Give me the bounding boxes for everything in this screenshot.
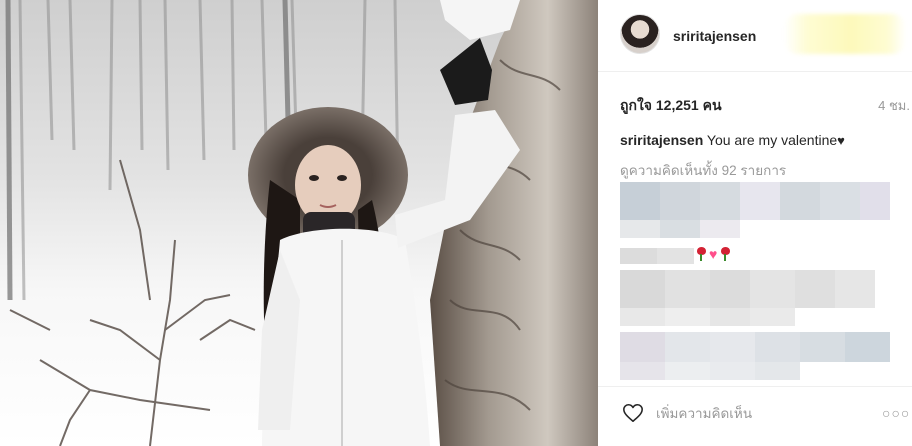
rose-icon: [719, 247, 731, 261]
view-all-comments-link[interactable]: ดูความคิดเห็นทั้ง 92 รายการ: [620, 159, 786, 181]
post-timestamp[interactable]: 4 ชม.: [878, 95, 910, 116]
photo-scene: [0, 0, 598, 446]
rose-icon: [695, 247, 707, 261]
post-header: sriritajensen: [598, 0, 912, 72]
post-photo[interactable]: [0, 0, 598, 446]
follow-area-redacted: [784, 14, 906, 54]
caption: sriritajensen You are my valentine♥: [620, 132, 845, 148]
redacted-comment: [620, 182, 890, 238]
more-options-icon[interactable]: ○○○: [882, 405, 910, 421]
emoji-comment: ♥: [695, 247, 731, 261]
post-details-panel: sriritajensen ถูกใจ 12,251 คน 4 ชม. srir…: [598, 0, 912, 446]
redacted-comment: [620, 270, 875, 326]
likes-row: ถูกใจ 12,251 คน 4 ชม.: [620, 95, 910, 113]
redacted-comment: [620, 332, 890, 380]
header-username[interactable]: sriritajensen: [673, 28, 756, 44]
caption-username[interactable]: sriritajensen: [620, 132, 703, 148]
heart-outline-icon[interactable]: [622, 402, 644, 424]
pink-heart-icon: ♥: [709, 246, 718, 262]
likes-count[interactable]: ถูกใจ 12,251 คน: [620, 95, 722, 117]
comment-input[interactable]: [656, 403, 856, 423]
caption-heart-icon: ♥: [837, 133, 845, 148]
post-footer: ○○○: [598, 386, 912, 446]
redacted-commenter: [620, 248, 694, 264]
avatar[interactable]: [620, 14, 660, 54]
caption-text: You are my valentine: [706, 132, 838, 148]
